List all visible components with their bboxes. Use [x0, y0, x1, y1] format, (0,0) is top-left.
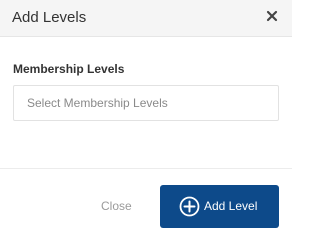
membership-levels-select[interactable]: Select Membership Levels	[13, 85, 279, 121]
membership-levels-label: Membership Levels	[13, 62, 125, 76]
close-button[interactable]: Close	[101, 199, 132, 213]
add-level-label: Add Level	[204, 199, 258, 213]
close-icon[interactable]	[264, 8, 280, 24]
footer-divider	[0, 168, 292, 169]
modal-header: Add Levels	[0, 0, 292, 37]
plus-circle-icon	[179, 196, 200, 217]
add-levels-modal: Add Levels Membership Levels Select Memb…	[0, 0, 292, 240]
modal-title: Add Levels	[12, 9, 87, 26]
add-level-button[interactable]: Add Level	[160, 185, 279, 228]
select-placeholder: Select Membership Levels	[27, 96, 168, 110]
